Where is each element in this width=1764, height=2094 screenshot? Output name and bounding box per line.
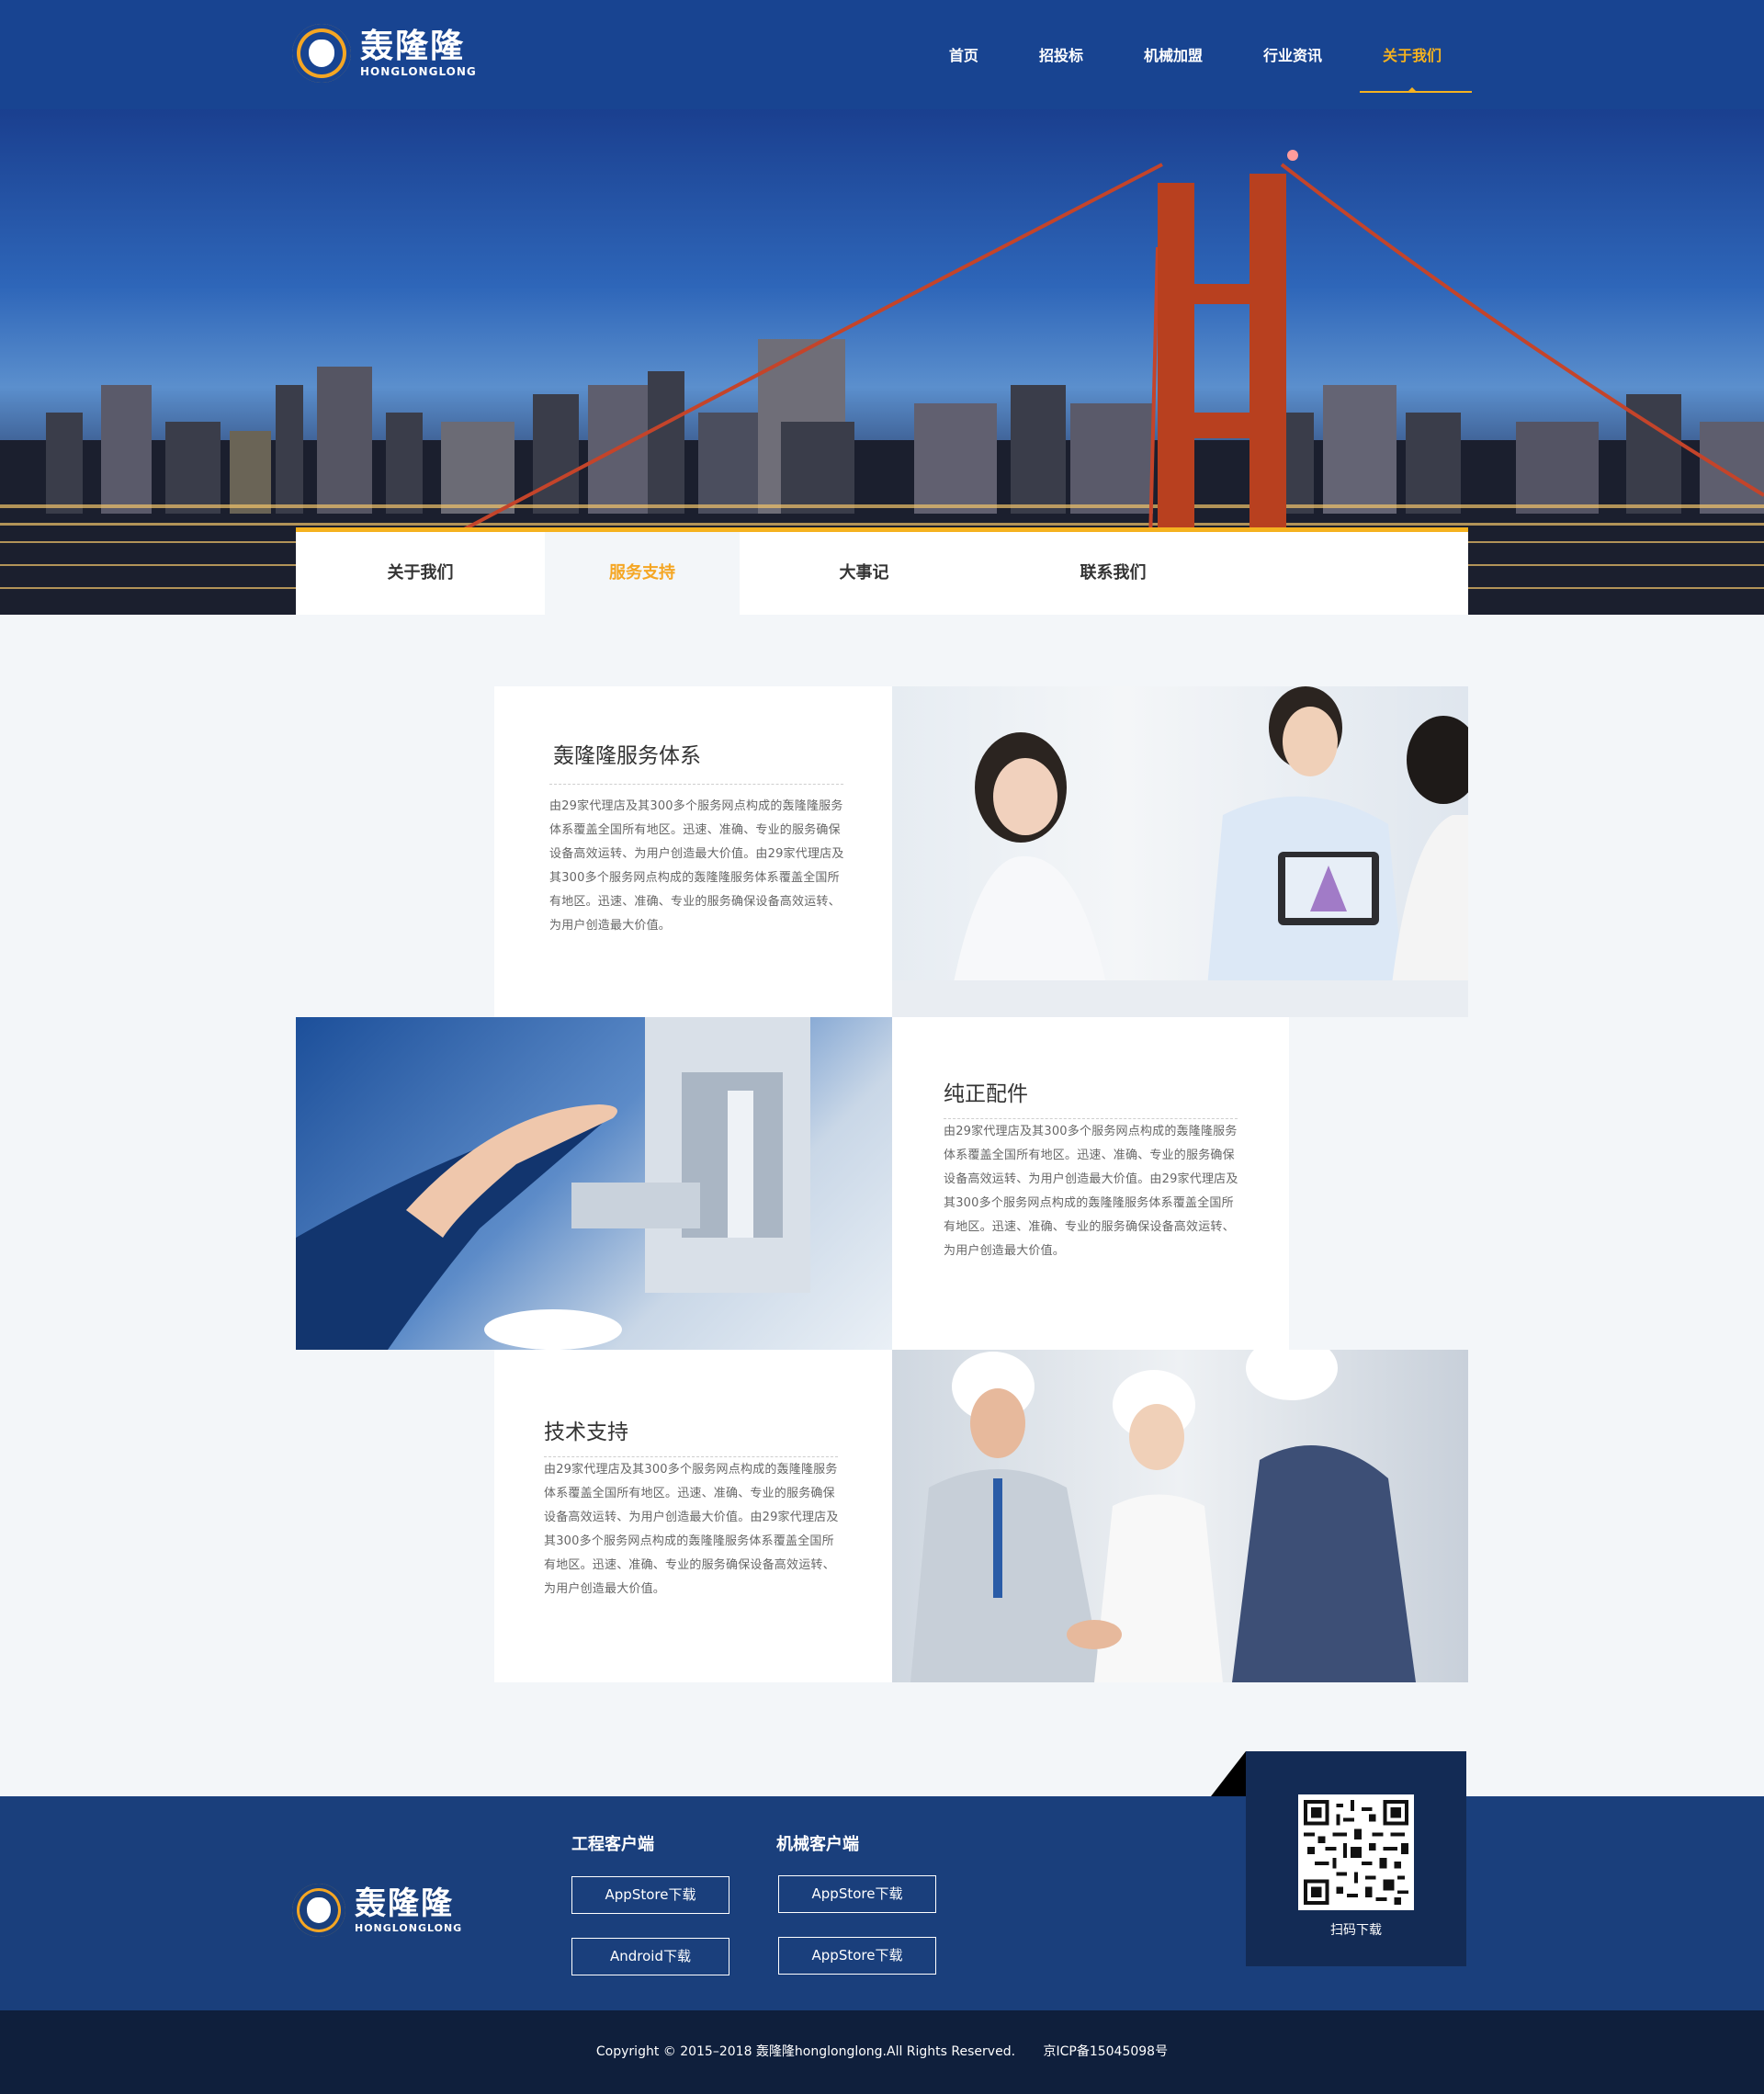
copyright-bar: Copyright © 2015–2018 轰隆隆honglonglong.Al… <box>0 2010 1764 2094</box>
tab-milestones[interactable]: 大事记 <box>740 532 989 615</box>
service-description: 由29家代理店及其300多个服务网点构成的轰隆隆服务体系覆盖全国所有地区。迅速、… <box>944 1125 1238 1258</box>
service-title: 轰隆隆服务体系 <box>553 744 701 768</box>
service-card-parts: 纯正配件 由29家代理店及其300多个服务网点构成的轰隆隆服务体系覆盖全国所有地… <box>892 1017 1289 1350</box>
machinery-appstore-button-2[interactable]: AppStore下载 <box>778 1937 936 1975</box>
logo-text: 轰隆隆 HONGLONGLONG <box>360 28 477 79</box>
sub-nav-tabs: 关于我们 服务支持 大事记 联系我们 <box>296 527 1468 615</box>
title-divider <box>944 1118 1238 1119</box>
logo-name-en: HONGLONGLONG <box>360 65 477 78</box>
copyright-text: Copyright © 2015–2018 轰隆隆honglonglong.Al… <box>595 2044 1016 2059</box>
business-meeting-photo <box>892 686 1468 1017</box>
nav-item-franchise[interactable]: 机械加盟 <box>1114 0 1233 109</box>
site-footer: 轰隆隆 HONGLONGLONG 工程客户端 AppStore下载 Androi… <box>0 1796 1764 2010</box>
site-header: 轰隆隆 HONGLONGLONG 首页 招投标 机械加盟 行业资讯 关于我们 <box>0 0 1764 109</box>
nav-item-home[interactable]: 首页 <box>919 0 1009 109</box>
service-title: 纯正配件 <box>944 1082 1028 1106</box>
engineers-handshake-photo <box>892 1350 1468 1682</box>
logo-name-cn: 轰隆隆 <box>360 28 466 65</box>
machinery-app-title: 机械客户端 <box>776 1835 859 1854</box>
nav-item-about[interactable]: 关于我们 <box>1352 0 1473 109</box>
footer-brand-logo[interactable]: 轰隆隆 HONGLONGLONG <box>292 1883 494 1938</box>
title-divider <box>544 1456 838 1457</box>
service-title: 技术支持 <box>544 1421 628 1444</box>
engineering-android-button[interactable]: Android下载 <box>571 1938 729 1975</box>
service-card-system: 轰隆隆服务体系 由29家代理店及其300多个服务网点构成的轰隆隆服务体系覆盖全国… <box>494 686 892 1017</box>
lion-gear-logo-icon <box>292 1884 345 1937</box>
logo-name-en: HONGLONGLONG <box>355 1922 463 1934</box>
tab-about-us[interactable]: 关于我们 <box>296 532 545 615</box>
lion-gear-logo-icon <box>292 24 351 83</box>
title-divider <box>549 784 843 785</box>
engineering-appstore-button[interactable]: AppStore下载 <box>571 1876 729 1914</box>
qr-label: 扫码下载 <box>1330 1923 1382 1938</box>
tab-service-support[interactable]: 服务支持 <box>545 532 740 615</box>
service-description: 由29家代理店及其300多个服务网点构成的轰隆隆服务体系覆盖全国所有地区。迅速、… <box>544 1463 839 1596</box>
engineering-app-title: 工程客户端 <box>571 1835 654 1854</box>
logo-text: 轰隆隆 HONGLONGLONG <box>355 1885 462 1935</box>
nav-item-bidding[interactable]: 招投标 <box>1009 0 1114 109</box>
qr-panel-fold <box>1211 1751 1246 1796</box>
icp-number[interactable]: 京ICP备15045098号 <box>1043 2044 1168 2059</box>
machine-parts-photo <box>296 1017 892 1350</box>
brand-logo[interactable]: 轰隆隆 HONGLONGLONG <box>292 20 513 86</box>
qr-code-icon[interactable] <box>1298 1794 1414 1910</box>
service-description: 由29家代理店及其300多个服务网点构成的轰隆隆服务体系覆盖全国所有地区。迅速、… <box>549 799 844 933</box>
machinery-appstore-button[interactable]: AppStore下载 <box>778 1875 936 1913</box>
nav-item-news[interactable]: 行业资讯 <box>1233 0 1352 109</box>
qr-download-panel: 扫码下载 <box>1246 1751 1466 1966</box>
service-card-tech-support: 技术支持 由29家代理店及其300多个服务网点构成的轰隆隆服务体系覆盖全国所有地… <box>494 1350 892 1682</box>
main-nav: 首页 招投标 机械加盟 行业资讯 关于我们 <box>919 0 1473 109</box>
logo-name-cn: 轰隆隆 <box>355 1885 454 1922</box>
tab-contact-us[interactable]: 联系我们 <box>989 532 1238 615</box>
